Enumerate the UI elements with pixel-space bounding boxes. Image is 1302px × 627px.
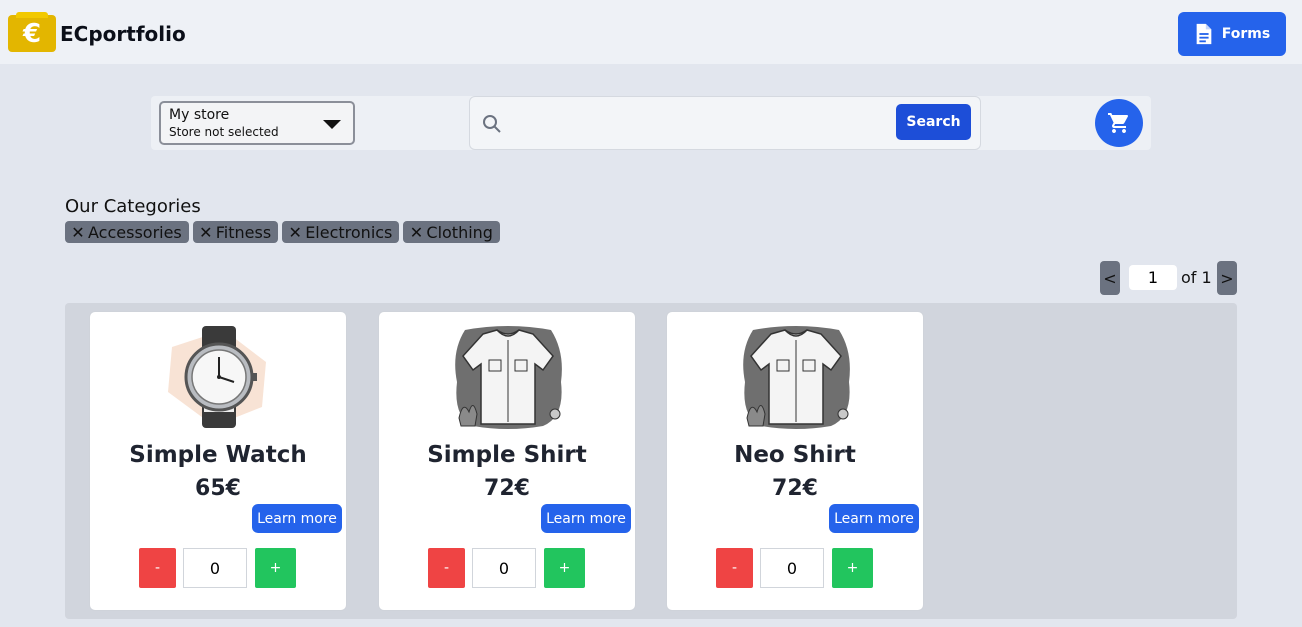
- store-select-label: My store: [169, 107, 230, 123]
- search-input[interactable]: [510, 107, 930, 141]
- category-chips: ✕ Accessories ✕ Fitness ✕ Electronics ✕ …: [65, 221, 500, 243]
- search-icon: [483, 115, 501, 133]
- quantity-input[interactable]: [760, 548, 824, 588]
- learn-more-button[interactable]: Learn more: [252, 504, 342, 533]
- caret-down-icon: [323, 120, 341, 129]
- cart-button[interactable]: [1095, 99, 1143, 147]
- close-icon: ✕: [199, 222, 213, 242]
- increase-qty-button[interactable]: +: [832, 548, 873, 588]
- category-chip-electronics[interactable]: ✕ Electronics: [282, 221, 400, 243]
- product-price: 72€: [484, 476, 530, 501]
- product-price: 65€: [195, 476, 241, 501]
- product-name: Simple Watch: [129, 442, 307, 468]
- categories-title: Our Categories: [65, 196, 201, 217]
- increase-qty-button[interactable]: +: [544, 548, 585, 588]
- top-header: € ECportfolio Forms: [0, 0, 1302, 64]
- category-chip-label: Fitness: [215, 222, 272, 242]
- category-chip-label: Accessories: [88, 222, 182, 242]
- logo[interactable]: €: [8, 12, 56, 52]
- forms-button[interactable]: Forms: [1178, 12, 1286, 56]
- product-name: Simple Shirt: [427, 442, 587, 468]
- category-chip-fitness[interactable]: ✕ Fitness: [192, 221, 279, 243]
- store-select-value: Store not selected: [169, 125, 279, 139]
- watch-image: [168, 326, 266, 428]
- page-total: of 1: [1181, 268, 1212, 287]
- page-number-input[interactable]: [1129, 265, 1177, 290]
- brand-name: ECportfolio: [60, 22, 186, 46]
- shirt-image: [743, 326, 850, 429]
- decrease-qty-button[interactable]: -: [716, 548, 753, 588]
- product-name: Neo Shirt: [734, 442, 856, 468]
- close-icon: ✕: [288, 222, 302, 242]
- store-select[interactable]: My store Store not selected: [159, 101, 355, 145]
- prev-page-button[interactable]: <: [1100, 261, 1120, 295]
- quantity-input[interactable]: [183, 548, 247, 588]
- learn-more-button[interactable]: Learn more: [829, 504, 919, 533]
- close-icon: ✕: [409, 222, 424, 242]
- shopping-cart-icon: [1108, 113, 1129, 133]
- decrease-qty-button[interactable]: -: [428, 548, 465, 588]
- category-chip-clothing[interactable]: ✕ Clothing: [403, 221, 500, 243]
- category-chip-label: Electronics: [305, 222, 393, 242]
- quantity-input[interactable]: [472, 548, 536, 588]
- next-page-button[interactable]: >: [1217, 261, 1237, 295]
- product-card: Simple Watch 65€ Learn more - +: [89, 311, 347, 611]
- euro-icon: €: [22, 18, 42, 49]
- search-button[interactable]: Search: [896, 104, 971, 140]
- shirt-image: [455, 326, 562, 429]
- category-chip-label: Clothing: [426, 222, 493, 242]
- decrease-qty-button[interactable]: -: [139, 548, 176, 588]
- product-price: 72€: [772, 476, 818, 501]
- product-card: Neo Shirt 72€ Learn more - +: [666, 311, 924, 611]
- increase-qty-button[interactable]: +: [255, 548, 296, 588]
- learn-more-button[interactable]: Learn more: [541, 504, 631, 533]
- product-card: Simple Shirt 72€ Learn more - +: [378, 311, 636, 611]
- close-icon: ✕: [71, 222, 85, 242]
- forms-button-label: Forms: [1221, 26, 1271, 42]
- document-icon: [1196, 23, 1212, 45]
- category-chip-accessories[interactable]: ✕ Accessories: [65, 221, 189, 243]
